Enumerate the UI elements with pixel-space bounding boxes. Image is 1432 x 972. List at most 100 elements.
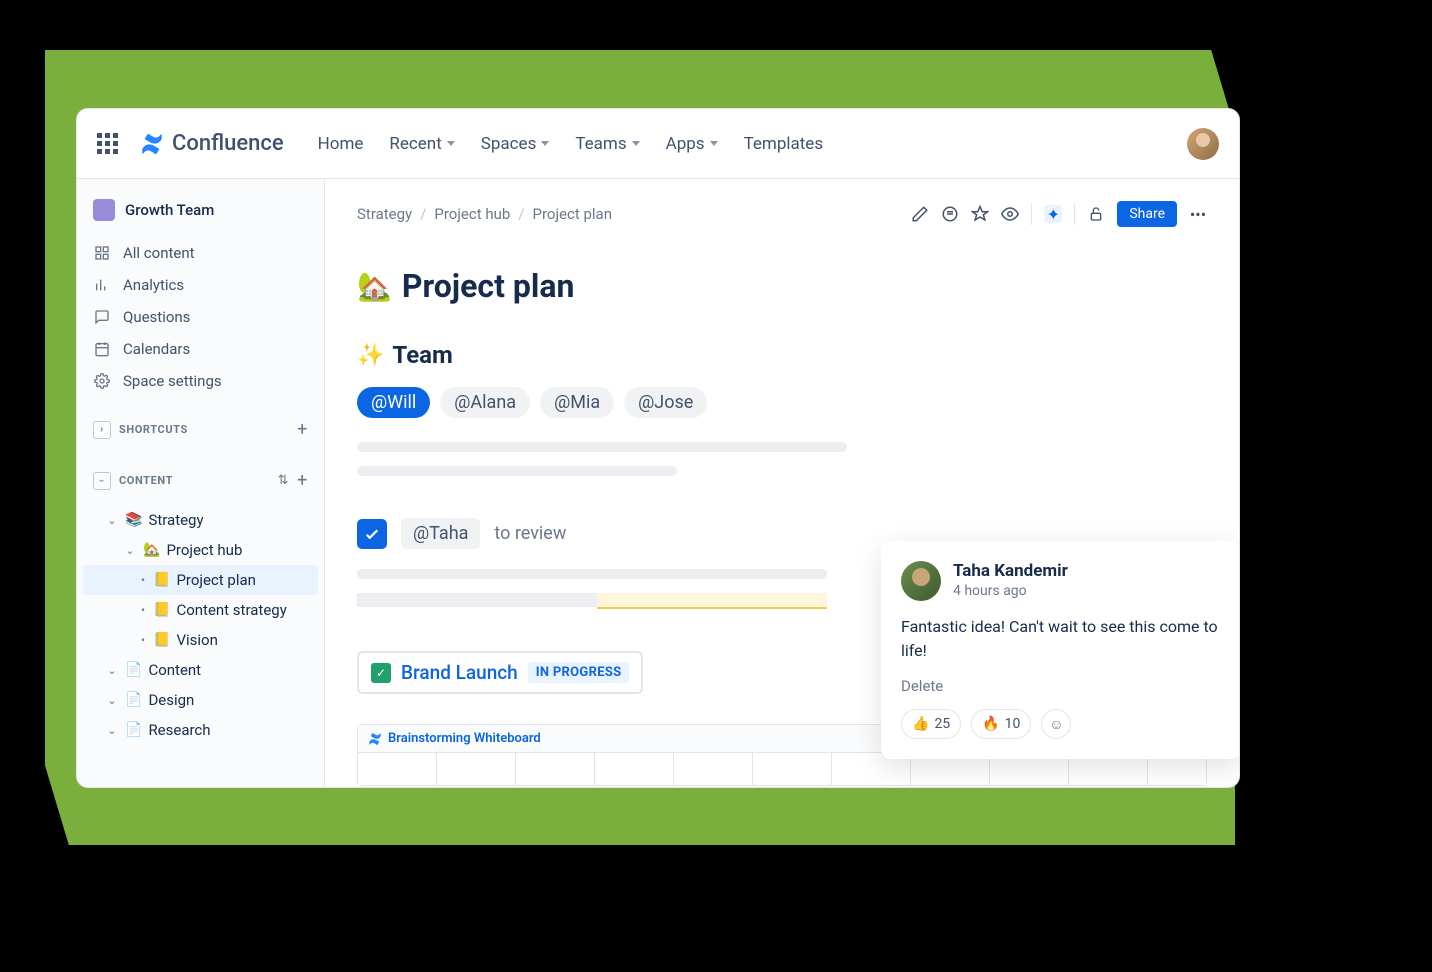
tree-label: Strategy	[148, 511, 203, 529]
comment-card: Taha Kandemir 4 hours ago Fantastic idea…	[881, 541, 1239, 759]
tree-item-research[interactable]: ⌄📄Research	[83, 715, 318, 745]
tree-item-strategy[interactable]: ⌄ 📚 Strategy	[83, 505, 318, 535]
content-placeholder	[357, 569, 827, 579]
add-reaction-button[interactable]: ☺	[1041, 709, 1071, 739]
comment-icon[interactable]	[941, 205, 959, 223]
chevron-right-icon: ›	[93, 421, 111, 439]
space-icon	[93, 199, 115, 221]
breadcrumb-item[interactable]: Project hub	[434, 205, 510, 223]
reaction-button[interactable]: 👍25	[901, 709, 961, 739]
grid-icon	[93, 244, 111, 262]
mention-alana[interactable]: @Alana	[440, 387, 530, 418]
tree-label: Project plan	[176, 571, 256, 589]
nav-spaces[interactable]: Spaces	[481, 134, 550, 154]
tree-item-project-plan[interactable]: • 📒 Project plan	[83, 565, 318, 595]
chevron-down-icon: ›	[93, 472, 111, 490]
page-emoji: 📄	[125, 662, 142, 678]
app-switcher-icon[interactable]	[97, 133, 118, 154]
mention-will[interactable]: @Will	[357, 387, 430, 418]
chevron-down-icon: ⌄	[105, 694, 119, 707]
tree-item-content[interactable]: ⌄📄Content	[83, 655, 318, 685]
lock-icon[interactable]	[1087, 205, 1105, 223]
comment-avatar[interactable]	[901, 561, 941, 601]
whiteboard-title: Brainstorming Whiteboard	[388, 731, 541, 746]
chevron-down-icon: ⌄	[123, 544, 137, 557]
task-checkbox[interactable]	[357, 519, 387, 549]
edit-icon[interactable]	[911, 205, 929, 223]
shortcuts-label: SHORTCUTS	[119, 423, 188, 436]
bullet-icon: •	[139, 603, 147, 617]
tree-item-project-hub[interactable]: ⌄🏡Project hub	[83, 535, 318, 565]
watch-icon[interactable]	[1001, 205, 1019, 223]
gear-icon	[93, 372, 111, 390]
content-label: CONTENT	[119, 474, 173, 487]
tree-item-vision[interactable]: •📒Vision	[83, 625, 318, 655]
more-icon[interactable]: •••	[1189, 205, 1207, 223]
comment-author: Taha Kandemir	[953, 561, 1068, 581]
team-heading: Team	[392, 341, 452, 369]
reaction-button[interactable]: 🔥10	[971, 709, 1031, 739]
sidebar-label: All content	[123, 244, 195, 262]
linked-task-card[interactable]: ✓ Brand Launch IN PROGRESS	[357, 651, 643, 694]
sidebar-item-space-settings[interactable]: Space settings	[83, 365, 318, 397]
content-placeholder	[357, 442, 847, 452]
nav-home[interactable]: Home	[318, 134, 364, 154]
tree-label: Project hub	[166, 541, 242, 559]
sparkle-icon: ✨	[357, 343, 384, 368]
tree-item-content-strategy[interactable]: •📒Content strategy	[83, 595, 318, 625]
add-content-button[interactable]: +	[297, 470, 308, 491]
page-emoji: 📚	[125, 512, 142, 528]
nav-teams[interactable]: Teams	[575, 134, 639, 154]
sidebar-item-all-content[interactable]: All content	[83, 237, 318, 269]
breadcrumb-item[interactable]: Strategy	[357, 205, 412, 223]
bullet-icon: •	[139, 573, 147, 587]
page-emoji: 📒	[153, 602, 170, 618]
shortcuts-section[interactable]: › SHORTCUTS +	[83, 411, 318, 448]
space-header[interactable]: Growth Team	[83, 195, 318, 225]
sidebar-item-analytics[interactable]: Analytics	[83, 269, 318, 301]
breadcrumb-item[interactable]: Project plan	[533, 205, 613, 223]
mention-mia[interactable]: @Mia	[540, 387, 614, 418]
delete-comment-button[interactable]: Delete	[901, 677, 1221, 695]
chevron-down-icon	[632, 141, 640, 146]
tree-item-design[interactable]: ⌄📄Design	[83, 685, 318, 715]
nav-recent[interactable]: Recent	[389, 134, 454, 154]
sidebar-label: Calendars	[123, 340, 190, 358]
star-icon[interactable]	[971, 205, 989, 223]
page-toolbar: ✦ Share •••	[911, 201, 1207, 227]
bullet-icon: •	[139, 633, 147, 647]
nav-templates[interactable]: Templates	[744, 134, 824, 154]
sidebar-item-questions[interactable]: Questions	[83, 301, 318, 333]
user-avatar[interactable]	[1187, 128, 1219, 160]
chevron-down-icon	[447, 141, 455, 146]
app-window: Confluence Home Recent Spaces Teams Apps Temp…	[76, 108, 1240, 788]
confluence-mini-icon	[368, 732, 382, 746]
chevron-down-icon: ⌄	[105, 514, 119, 527]
chart-icon	[93, 276, 111, 294]
product-logo[interactable]: Confluence	[140, 131, 284, 156]
team-mentions: @Will @Alana @Mia @Jose	[357, 387, 1207, 418]
space-name: Growth Team	[125, 201, 214, 219]
sidebar-label: Questions	[123, 308, 190, 326]
mention-jose[interactable]: @Jose	[624, 387, 707, 418]
question-icon	[93, 308, 111, 326]
filter-icon[interactable]: ⇅	[278, 473, 290, 488]
tree-label: Vision	[176, 631, 217, 649]
page-title-text: Project plan	[402, 267, 575, 305]
share-button[interactable]: Share	[1117, 201, 1177, 227]
mention-chip[interactable]: @Taha	[401, 518, 480, 549]
page-emoji: 📄	[125, 722, 142, 738]
nav-apps[interactable]: Apps	[666, 134, 718, 154]
page-emoji: 📒	[153, 572, 170, 588]
team-section-heading: ✨ Team	[357, 341, 1207, 369]
product-name: Confluence	[172, 131, 284, 156]
sidebar-item-calendars[interactable]: Calendars	[83, 333, 318, 365]
content-placeholder	[357, 466, 677, 476]
tree-label: Research	[148, 721, 210, 739]
chevron-down-icon	[541, 141, 549, 146]
ai-icon[interactable]: ✦	[1044, 205, 1062, 223]
content-section[interactable]: › CONTENT ⇅ +	[83, 462, 318, 499]
reactions-row: 👍25 🔥10 ☺	[901, 709, 1221, 739]
add-shortcut-button[interactable]: +	[297, 419, 308, 440]
chevron-down-icon	[710, 141, 718, 146]
